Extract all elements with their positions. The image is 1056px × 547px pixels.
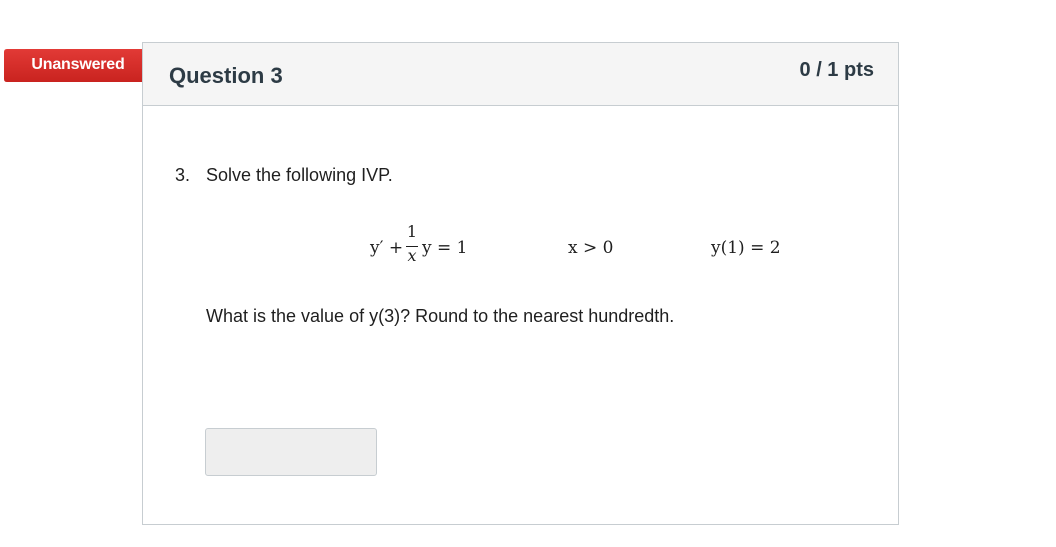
- status-label: Unanswered: [31, 56, 125, 73]
- answer-input[interactable]: [205, 428, 377, 476]
- differential-equation: y′ + 1 x y = 1: [370, 222, 490, 270]
- question-title: Question 3: [169, 63, 283, 88]
- ode-lhs: y′ +: [370, 238, 404, 258]
- unanswered-flag: Unanswered: [4, 49, 164, 82]
- question-points: 0 / 1 pts: [799, 59, 874, 81]
- initial-condition: y(1) = 2: [711, 238, 781, 258]
- domain-condition: x > 0: [568, 238, 614, 258]
- fraction-numerator: 1: [406, 222, 418, 241]
- question-number: 3.: [175, 165, 191, 185]
- question-prompt: Solve the following IVP.: [206, 165, 393, 185]
- ode-rhs: y = 1: [422, 238, 468, 258]
- fraction-denominator: x: [407, 246, 417, 265]
- question-ask: What is the value of y(3)? Round to the …: [206, 306, 675, 326]
- question-header: Question 3 0 / 1 pts: [143, 43, 898, 106]
